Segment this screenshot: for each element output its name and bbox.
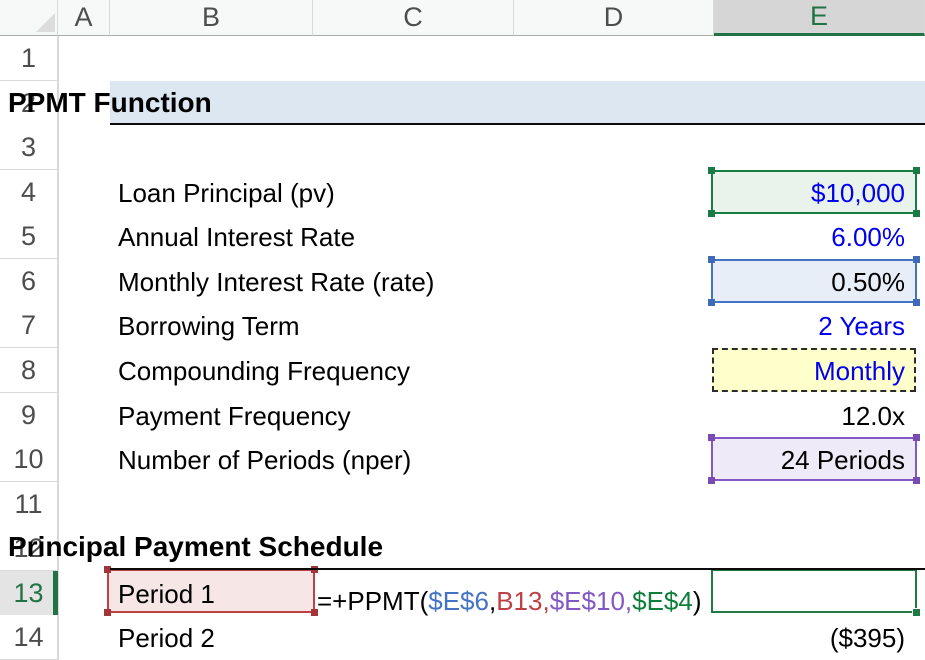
cell-B14-period2[interactable]: Period 2 [110,615,215,659]
row-header-4[interactable]: 4 [0,170,58,215]
formula-close-paren: ) [693,588,702,615]
schedule-title: Principal Payment Schedule [0,525,383,569]
formula-function-part: =+PPMT( [317,588,428,615]
column-header-e-selected[interactable]: E [714,0,925,36]
column-header-c[interactable]: C [313,0,514,36]
formula-ref-E6: $E$6 [428,588,489,615]
row-header-6[interactable]: 6 [0,259,58,304]
column-header-a[interactable]: A [58,0,110,36]
formula-ref-E10: $E$10, [550,588,632,615]
row-header-1[interactable]: 1 [0,36,58,81]
active-cell-E13-border[interactable] [711,569,917,613]
row-header-3[interactable]: 3 [0,125,58,170]
formula-ref-B13: B13, [496,588,550,615]
active-row-indicator-bar [53,571,58,615]
cell-B8-label[interactable]: Compounding Frequency [110,348,410,392]
row-header-11[interactable]: 11 [0,482,58,527]
cell-B13-period1[interactable]: Period 1 [110,571,215,615]
formula-separator: , [489,588,496,615]
select-all-corner[interactable] [0,0,58,36]
spreadsheet: A B C D E 1 2 3 4 5 6 7 8 9 10 11 12 13 … [0,0,925,660]
cell-E10-value[interactable]: 24 Periods [712,437,918,481]
cell-B7-label[interactable]: Borrowing Term [110,303,300,347]
row-header-5[interactable]: 5 [0,214,58,259]
cell-E4-value[interactable]: $10,000 [712,170,918,214]
cell-B9-label[interactable]: Payment Frequency [110,393,351,437]
select-all-triangle-icon [36,13,55,32]
cell-E9-value[interactable]: 12.0x [712,393,918,437]
row-header-13-selected[interactable]: 13 [0,571,58,616]
row-header-10[interactable]: 10 [0,437,58,482]
cell-B10-label[interactable]: Number of Periods (nper) [110,437,411,481]
worksheet-title: PPMT Function [0,81,212,125]
column-header-d[interactable]: D [514,0,714,36]
row-header-8[interactable]: 8 [0,348,58,393]
formula-ref-E4: $E$4 [632,588,693,615]
cell-B6-label[interactable]: Monthly Interest Rate (rate) [110,259,434,303]
column-header-b[interactable]: B [110,0,313,36]
cell-E13-formula[interactable]: =+PPMT( $E$6 , B13, $E$10, $E$4 ) [317,571,702,622]
row-header-7[interactable]: 7 [0,303,58,348]
cell-B4-label[interactable]: Loan Principal (pv) [110,170,335,214]
cell-B2-title-banner[interactable] [110,81,925,125]
cell-E8-value[interactable]: Monthly [712,348,918,392]
row-header-14[interactable]: 14 [0,615,58,660]
row-header-9[interactable]: 9 [0,393,58,438]
cell-E5-value[interactable]: 6.00% [712,214,918,258]
cell-E6-value[interactable]: 0.50% [712,259,918,303]
cell-E14-value[interactable]: ($395) [712,615,918,659]
cell-E7-value[interactable]: 2 Years [712,303,918,347]
cell-B5-label[interactable]: Annual Interest Rate [110,214,355,258]
